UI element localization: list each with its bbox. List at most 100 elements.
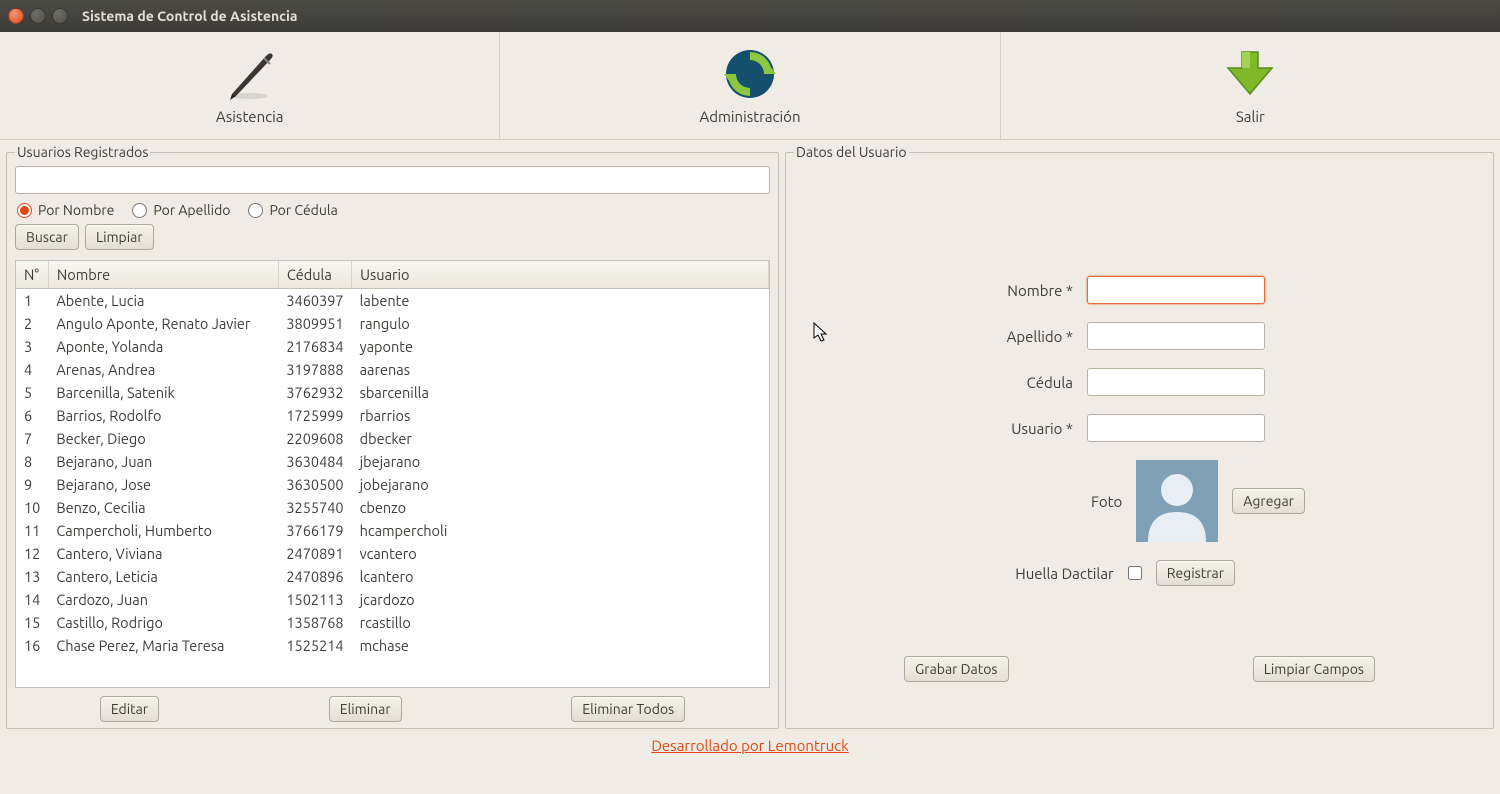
registrar-button[interactable]: Registrar [1156, 560, 1235, 586]
toolbar-salir[interactable]: Salir [1001, 32, 1500, 139]
apellido-field[interactable] [1087, 322, 1265, 350]
cell-usuario: aarenas [352, 358, 769, 381]
cell-cedula: 2470896 [278, 565, 351, 588]
cell-cedula: 1358768 [278, 611, 351, 634]
datos-legend: Datos del Usuario [794, 144, 909, 160]
col-n[interactable]: N° [16, 261, 48, 289]
cell-n: 7 [16, 427, 48, 450]
table-row[interactable]: 12Cantero, Viviana2470891vcantero [16, 542, 769, 565]
table-row[interactable]: 6Barrios, Rodolfo1725999rbarrios [16, 404, 769, 427]
cell-n: 9 [16, 473, 48, 496]
limpiar-campos-button[interactable]: Limpiar Campos [1253, 656, 1375, 682]
cell-usuario: rangulo [352, 312, 769, 335]
cell-nombre: Barcenilla, Satenik [48, 381, 278, 404]
huella-label: Huella Dactilar [1015, 565, 1114, 582]
table-row[interactable]: 9Bejarano, Jose3630500jobejarano [16, 473, 769, 496]
radio-nombre-input[interactable] [17, 203, 32, 218]
table-row[interactable]: 11Campercholi, Humberto3766179hcampercho… [16, 519, 769, 542]
cell-nombre: Bejarano, Jose [48, 473, 278, 496]
usuario-label: Usuario * [1011, 420, 1073, 437]
sync-icon [722, 46, 778, 102]
cell-n: 11 [16, 519, 48, 542]
users-table: N° Nombre Cédula Usuario 1Abente, Lucia3… [16, 261, 769, 657]
footer-link[interactable]: Desarrollado por Lemontruck [651, 737, 848, 754]
cell-nombre: Chase Perez, Maria Teresa [48, 634, 278, 657]
table-row[interactable]: 5Barcenilla, Satenik3762932sbarcenilla [16, 381, 769, 404]
limpiar-button[interactable]: Limpiar [85, 224, 154, 250]
cell-cedula: 3630500 [278, 473, 351, 496]
table-row[interactable]: 10Benzo, Cecilia3255740cbenzo [16, 496, 769, 519]
table-row[interactable]: 3Aponte, Yolanda2176834yaponte [16, 335, 769, 358]
toolbar-asistencia[interactable]: Asistencia [0, 32, 500, 139]
radio-nombre[interactable]: Por Nombre [17, 202, 114, 218]
cell-nombre: Aponte, Yolanda [48, 335, 278, 358]
cell-cedula: 3255740 [278, 496, 351, 519]
table-row[interactable]: 7Becker, Diego2209608dbecker [16, 427, 769, 450]
main-toolbar: Asistencia Administración Salir [0, 32, 1500, 140]
cell-usuario: labente [352, 289, 769, 313]
users-table-wrap[interactable]: N° Nombre Cédula Usuario 1Abente, Lucia3… [15, 260, 770, 688]
cell-cedula: 3197888 [278, 358, 351, 381]
cell-nombre: Abente, Lucia [48, 289, 278, 313]
eliminar-button[interactable]: Eliminar [329, 696, 402, 722]
col-nombre[interactable]: Nombre [48, 261, 278, 289]
cell-usuario: lcantero [352, 565, 769, 588]
close-icon[interactable] [8, 8, 24, 24]
cell-nombre: Castillo, Rodrigo [48, 611, 278, 634]
radio-apellido[interactable]: Por Apellido [132, 202, 230, 218]
table-row[interactable]: 8Bejarano, Juan3630484jbejarano [16, 450, 769, 473]
cell-n: 2 [16, 312, 48, 335]
cell-nombre: Cardozo, Juan [48, 588, 278, 611]
footer: Desarrollado por Lemontruck [0, 729, 1500, 762]
radio-nombre-label: Por Nombre [38, 202, 114, 218]
grabar-datos-button[interactable]: Grabar Datos [904, 656, 1009, 682]
table-row[interactable]: 4Arenas, Andrea3197888aarenas [16, 358, 769, 381]
cell-n: 15 [16, 611, 48, 634]
table-row[interactable]: 2Angulo Aponte, Renato Javier3809951rang… [16, 312, 769, 335]
window-title: Sistema de Control de Asistencia [82, 8, 298, 24]
cell-nombre: Angulo Aponte, Renato Javier [48, 312, 278, 335]
minimize-icon[interactable] [30, 8, 46, 24]
radio-apellido-input[interactable] [132, 203, 147, 218]
usuario-field[interactable] [1087, 414, 1265, 442]
cell-n: 16 [16, 634, 48, 657]
cell-n: 10 [16, 496, 48, 519]
buscar-button[interactable]: Buscar [15, 224, 79, 250]
radio-cedula[interactable]: Por Cédula [248, 202, 337, 218]
cell-n: 4 [16, 358, 48, 381]
table-row[interactable]: 16Chase Perez, Maria Teresa1525214mchase [16, 634, 769, 657]
toolbar-administracion[interactable]: Administración [500, 32, 1000, 139]
agregar-foto-button[interactable]: Agregar [1232, 488, 1305, 514]
cell-nombre: Cantero, Viviana [48, 542, 278, 565]
search-input[interactable] [15, 166, 770, 194]
cell-cedula: 1525214 [278, 634, 351, 657]
col-usuario[interactable]: Usuario [352, 261, 769, 289]
cedula-label: Cédula [1027, 374, 1073, 391]
foto-label: Foto [1091, 493, 1122, 510]
datos-usuario-panel: Datos del Usuario Nombre * Apellido * Cé… [785, 144, 1494, 729]
cell-n: 5 [16, 381, 48, 404]
cell-usuario: yaponte [352, 335, 769, 358]
cell-usuario: dbecker [352, 427, 769, 450]
cell-cedula: 3762932 [278, 381, 351, 404]
table-row[interactable]: 1Abente, Lucia3460397labente [16, 289, 769, 313]
cell-n: 1 [16, 289, 48, 313]
radio-cedula-label: Por Cédula [269, 202, 337, 218]
cell-cedula: 2209608 [278, 427, 351, 450]
radio-cedula-input[interactable] [248, 203, 263, 218]
table-row[interactable]: 15Castillo, Rodrigo1358768rcastillo [16, 611, 769, 634]
cell-nombre: Becker, Diego [48, 427, 278, 450]
cell-cedula: 3630484 [278, 450, 351, 473]
table-row[interactable]: 14Cardozo, Juan1502113jcardozo [16, 588, 769, 611]
editar-button[interactable]: Editar [100, 696, 159, 722]
cell-nombre: Campercholi, Humberto [48, 519, 278, 542]
table-row[interactable]: 13Cantero, Leticia2470896lcantero [16, 565, 769, 588]
cedula-field[interactable] [1087, 368, 1265, 396]
nombre-field[interactable] [1087, 276, 1265, 304]
cell-n: 14 [16, 588, 48, 611]
huella-checkbox[interactable] [1128, 566, 1142, 580]
eliminar-todos-button[interactable]: Eliminar Todos [571, 696, 685, 722]
cell-usuario: hcampercholi [352, 519, 769, 542]
col-cedula[interactable]: Cédula [278, 261, 351, 289]
maximize-icon[interactable] [52, 8, 68, 24]
